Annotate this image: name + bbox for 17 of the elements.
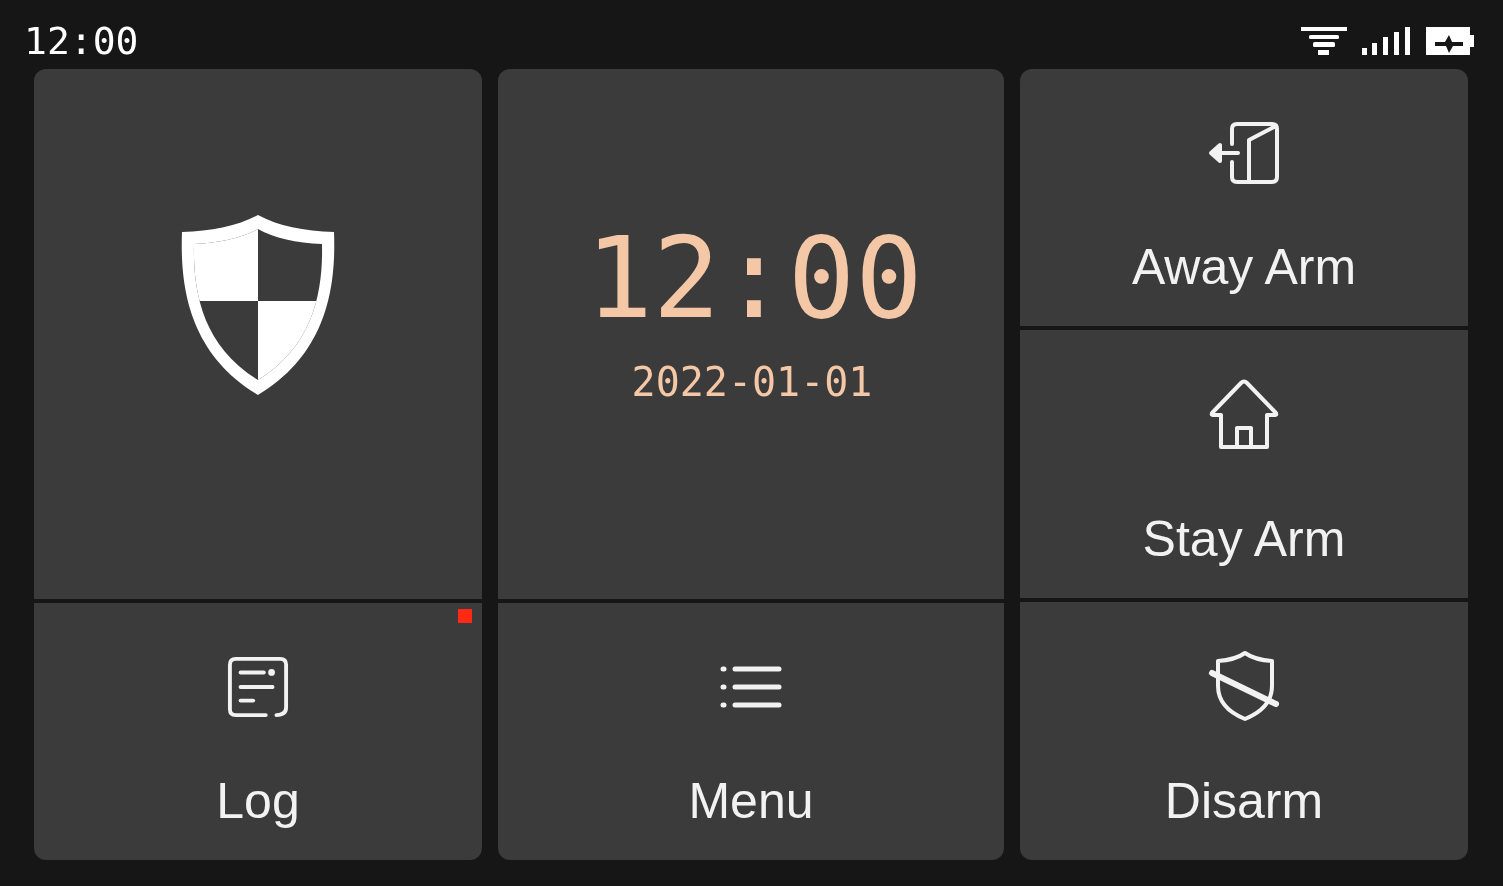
clock-time: 12:00 bbox=[585, 222, 923, 334]
status-time: 12:00 bbox=[24, 22, 139, 60]
door-arrow-icon bbox=[1208, 120, 1280, 186]
crossed-shield-icon bbox=[1208, 650, 1280, 722]
disarm-button[interactable]: Disarm bbox=[1020, 602, 1468, 860]
stay-arm-button[interactable]: Stay Arm bbox=[1020, 330, 1468, 598]
away-arm-button[interactable]: Away Arm bbox=[1020, 69, 1468, 326]
battery-charging-icon bbox=[1426, 27, 1474, 55]
shield-icon bbox=[180, 213, 336, 397]
house-icon bbox=[1208, 378, 1280, 450]
menu-button[interactable]: Menu bbox=[498, 603, 1004, 860]
document-icon bbox=[227, 656, 289, 718]
list-icon bbox=[720, 665, 782, 709]
signal-bars-icon bbox=[1362, 27, 1411, 55]
clock-date: 2022-01-01 bbox=[631, 362, 873, 402]
wifi-icon bbox=[1301, 27, 1347, 55]
log-button[interactable]: Log bbox=[34, 603, 482, 860]
